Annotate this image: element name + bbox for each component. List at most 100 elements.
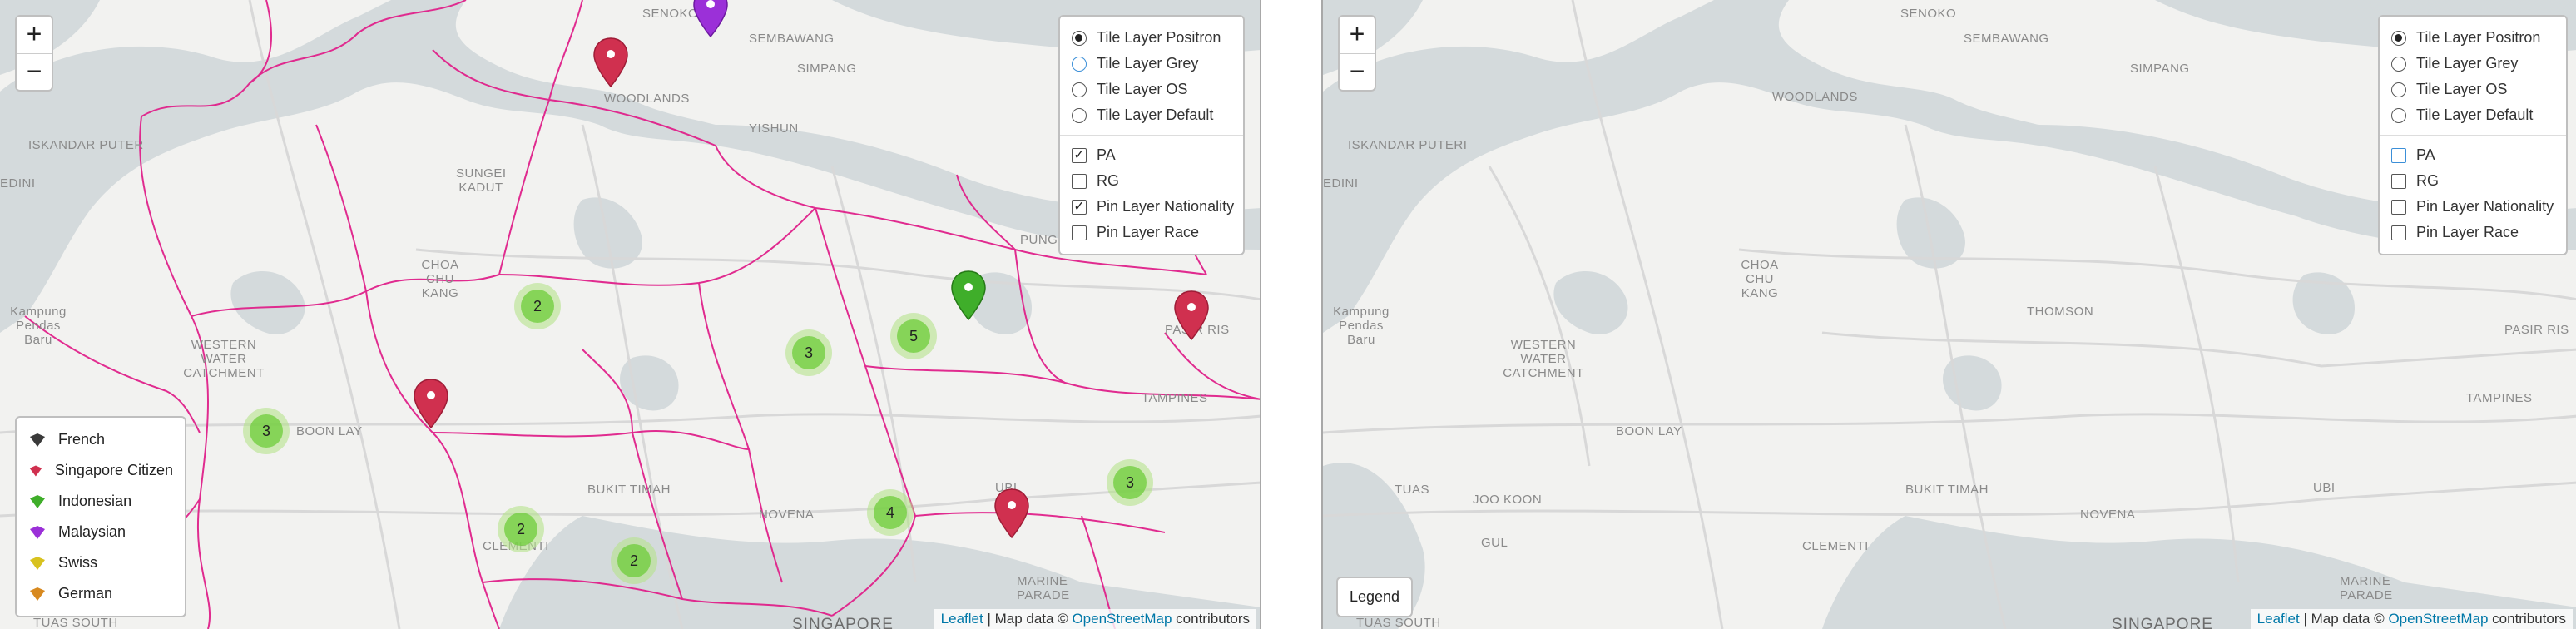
overlay-option[interactable]: ✓ PA bbox=[1072, 142, 1231, 168]
place-label-kampung: Kampung Pendas Baru bbox=[1333, 305, 1390, 347]
zoom-in-button[interactable]: + bbox=[17, 17, 52, 53]
zoom-out-button[interactable]: − bbox=[1340, 53, 1375, 90]
place-label-yishun: YISHUN bbox=[749, 121, 799, 136]
cluster-count: 2 bbox=[617, 544, 651, 577]
base-layer-option[interactable]: Tile Layer Positron bbox=[1072, 25, 1231, 51]
map-pin-malaysian[interactable] bbox=[691, 0, 730, 38]
checkbox-icon[interactable]: ✓ bbox=[1072, 147, 1087, 163]
base-layer-label: Tile Layer Positron bbox=[2416, 29, 2541, 46]
place-label-woodlands: WOODLANDS bbox=[604, 92, 690, 106]
pin-icon bbox=[29, 464, 42, 477]
marker-cluster[interactable]: 2 bbox=[611, 537, 657, 584]
radio-icon[interactable] bbox=[1072, 82, 1087, 97]
radio-icon[interactable] bbox=[2391, 56, 2406, 72]
base-layer-option[interactable]: Tile Layer Grey bbox=[2391, 51, 2554, 77]
checkbox-icon[interactable] bbox=[1072, 225, 1087, 240]
place-label-bukit-timah: BUKIT TIMAH bbox=[587, 483, 671, 497]
radio-icon[interactable] bbox=[1072, 30, 1087, 46]
overlay-label: RG bbox=[2416, 172, 2439, 189]
radio-icon[interactable] bbox=[1072, 56, 1087, 72]
place-label-novena: NOVENA bbox=[2080, 508, 2136, 522]
place-label-joo-koon: JOO KOON bbox=[1473, 493, 1543, 507]
legend-panel: French Singapore Citizen Indonesian Mala… bbox=[15, 416, 186, 617]
layer-control: Tile Layer Positron Tile Layer Grey Tile… bbox=[2378, 15, 2568, 255]
radio-icon[interactable] bbox=[2391, 107, 2406, 123]
overlay-label: Pin Layer Race bbox=[2416, 224, 2519, 240]
map-pin-singapore-citizen[interactable] bbox=[1172, 290, 1211, 341]
place-label-tampines: TAMPINES bbox=[2466, 391, 2533, 405]
radio-icon[interactable] bbox=[2391, 30, 2406, 46]
place-label-tuas-south: TUAS SOUTH bbox=[1356, 616, 1441, 629]
map-right[interactable]: ISKANDAR PUTERI EDINI WOODLANDS SENOKO S… bbox=[1321, 0, 2576, 629]
overlay-option[interactable]: Pin Layer Nationality bbox=[2391, 194, 2554, 220]
overlay-option[interactable]: RG bbox=[1072, 168, 1231, 194]
osm-link[interactable]: OpenStreetMap bbox=[2388, 611, 2488, 627]
place-label-choa-chu-kang: CHOA CHU KANG bbox=[421, 258, 459, 300]
legend-item: Indonesian bbox=[28, 486, 173, 517]
legend-label: French bbox=[58, 431, 106, 448]
zoom-in-button[interactable]: + bbox=[1340, 17, 1375, 53]
map-pin-indonesian[interactable] bbox=[949, 270, 988, 321]
overlay-option[interactable]: ✓ Pin Layer Nationality bbox=[1072, 194, 1234, 220]
cluster-count: 3 bbox=[1113, 466, 1147, 499]
place-label-tuas-south: TUAS SOUTH bbox=[33, 616, 118, 629]
marker-cluster[interactable]: 4 bbox=[867, 489, 914, 536]
overlay-label: Pin Layer Nationality bbox=[2416, 198, 2554, 215]
attribution-text: | Map data © bbox=[2299, 611, 2389, 627]
map-pin-singapore-citizen[interactable] bbox=[592, 37, 630, 88]
layer-separator bbox=[1060, 135, 1243, 136]
attribution: Leaflet | Map data © OpenStreetMap contr… bbox=[2250, 609, 2573, 629]
pin-icon bbox=[30, 494, 45, 508]
base-layer-option[interactable]: Tile Layer Default bbox=[2391, 102, 2554, 128]
checkbox-icon[interactable] bbox=[2391, 225, 2406, 240]
leaflet-link[interactable]: Leaflet bbox=[941, 611, 983, 627]
radio-icon[interactable] bbox=[1072, 107, 1087, 123]
base-layer-option[interactable]: Tile Layer Grey bbox=[1072, 51, 1231, 77]
place-label-simpang: SIMPANG bbox=[797, 62, 857, 76]
zoom-out-button[interactable]: − bbox=[17, 53, 52, 90]
map-left[interactable]: ISKANDAR PUTER EDINI WOODLANDS YISHUN SE… bbox=[0, 0, 1261, 629]
marker-cluster[interactable]: 2 bbox=[498, 506, 544, 552]
checkbox-icon[interactable]: ✓ bbox=[1072, 199, 1087, 215]
place-label-edini: EDINI bbox=[1323, 176, 1359, 191]
base-layer-label: Tile Layer Grey bbox=[1097, 55, 1199, 72]
place-label-boon-lay: BOON LAY bbox=[296, 424, 363, 438]
base-layer-option[interactable]: Tile Layer Positron bbox=[2391, 25, 2554, 51]
overlay-option[interactable]: RG bbox=[2391, 168, 2554, 194]
place-label-clementi: CLEMENTI bbox=[1802, 539, 1869, 553]
legend-button[interactable]: Legend bbox=[1336, 577, 1414, 617]
osm-link[interactable]: OpenStreetMap bbox=[1072, 611, 1172, 627]
radio-icon[interactable] bbox=[2391, 82, 2406, 97]
overlay-option[interactable]: Pin Layer Race bbox=[1072, 220, 1231, 245]
checkbox-icon[interactable] bbox=[2391, 173, 2406, 189]
marker-cluster[interactable]: 2 bbox=[514, 283, 561, 329]
attribution-tail: contributors bbox=[2488, 611, 2566, 627]
marker-cluster[interactable]: 3 bbox=[1107, 459, 1153, 506]
checkbox-icon[interactable] bbox=[2391, 199, 2406, 215]
base-layer-option[interactable]: Tile Layer OS bbox=[2391, 77, 2554, 102]
checkbox-icon[interactable] bbox=[2391, 147, 2406, 163]
place-label-woodlands: WOODLANDS bbox=[1772, 90, 1858, 104]
marker-cluster[interactable]: 3 bbox=[785, 329, 832, 376]
place-label-edini: EDINI bbox=[0, 176, 36, 191]
legend-label: Singapore Citizen bbox=[54, 462, 173, 478]
cluster-count: 2 bbox=[521, 290, 554, 323]
map-pin-singapore-citizen[interactable] bbox=[993, 488, 1031, 539]
attribution-text: | Map data © bbox=[983, 611, 1073, 627]
base-layer-option[interactable]: Tile Layer OS bbox=[1072, 77, 1231, 102]
map-pin-singapore-citizen[interactable] bbox=[412, 378, 450, 429]
place-label-senoko: SENOKO bbox=[642, 7, 699, 21]
overlay-option[interactable]: PA bbox=[2391, 142, 2554, 168]
legend-item: Swiss bbox=[28, 547, 173, 578]
marker-cluster[interactable]: 5 bbox=[890, 313, 937, 359]
overlay-option[interactable]: Pin Layer Race bbox=[2391, 220, 2554, 245]
place-label-simpang: SIMPANG bbox=[2130, 62, 2190, 76]
overlay-label: RG bbox=[1097, 172, 1119, 189]
checkbox-icon[interactable] bbox=[1072, 173, 1087, 189]
place-label-tampines: TAMPINES bbox=[1142, 391, 1208, 405]
leaflet-link[interactable]: Leaflet bbox=[2257, 611, 2300, 627]
place-label-singapore: SINGAPORE bbox=[792, 616, 894, 629]
place-label-singapore: SINGAPORE bbox=[2112, 616, 2213, 629]
marker-cluster[interactable]: 3 bbox=[243, 408, 290, 454]
base-layer-option[interactable]: Tile Layer Default bbox=[1072, 102, 1231, 128]
